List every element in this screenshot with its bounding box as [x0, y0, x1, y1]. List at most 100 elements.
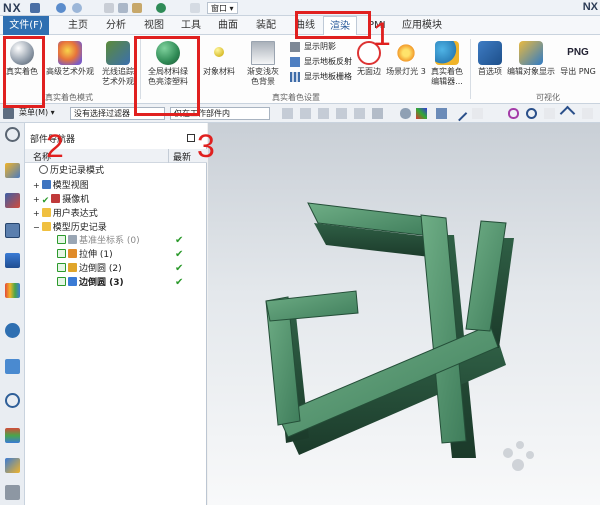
snap-endpoint-icon[interactable]	[436, 108, 447, 119]
ray-trace-icon	[106, 41, 130, 65]
show-shadow-button[interactable]: 显示阴影	[290, 41, 336, 53]
group-separator	[470, 39, 471, 99]
preferences-button[interactable]: 首选项	[474, 35, 506, 77]
show-floor-reflection-button[interactable]: 显示地板反射	[290, 56, 352, 68]
role-icon[interactable]	[5, 283, 20, 298]
column-latest[interactable]: 最新	[173, 150, 191, 163]
part-navigator-icon[interactable]	[5, 223, 20, 238]
tree-row-model-history[interactable]: − 模型历史记录	[33, 221, 107, 234]
tree-row-camera[interactable]: + ✔ 摄像机	[33, 193, 89, 206]
gradient-background-icon	[251, 41, 275, 65]
constraint-navigator-icon[interactable]	[5, 193, 20, 208]
maximize-icon[interactable]	[187, 134, 195, 142]
preferences-icon	[478, 41, 502, 65]
nx-logo: NX	[3, 1, 22, 15]
reuse-library-icon[interactable]	[5, 253, 20, 268]
history-icon[interactable]	[5, 393, 20, 408]
latest-check-icon: ✔	[175, 249, 184, 260]
datum-csys-icon	[68, 235, 77, 244]
tree-row-history-mode[interactable]: 历史记录模式	[39, 165, 104, 178]
gradient-background-button[interactable]: 渐变浅灰 色背景	[243, 35, 283, 87]
curve-rule-icon[interactable]	[336, 108, 347, 119]
undo-icon[interactable]	[56, 3, 66, 13]
annotation-box-global-material	[134, 36, 200, 116]
group-label-true-shading: 真实着色模式	[45, 93, 93, 102]
select-tool-icon[interactable]	[282, 108, 293, 119]
snap-midpoint-icon[interactable]	[544, 108, 555, 119]
tab-applications[interactable]: 应用模块	[396, 16, 448, 35]
snap-spline-icon[interactable]	[472, 108, 483, 119]
column-divider	[168, 149, 169, 163]
color-cube-icon[interactable]	[416, 108, 427, 119]
tab-home[interactable]: 主页	[62, 16, 94, 35]
part-navigator: 部件导航器 名称 最新 历史记录模式 + 模型视图 + ✔ 摄像机 + 用户表达式 − 模…	[25, 123, 207, 505]
color-ball-icon[interactable]	[156, 3, 166, 13]
snap-intersect-icon[interactable]	[582, 108, 593, 119]
ribbon-panel: 真实着色 高级艺术外观 光线追踪 艺术外观 全局材料绿 色亮漆塑料 对象材料 渐…	[0, 35, 600, 104]
annotation-box-render-tab	[295, 11, 371, 39]
export-png-button[interactable]: PNG 导出 PNG	[558, 35, 598, 77]
window-menu[interactable]: 窗口 ▾	[207, 2, 238, 14]
point-tool-icon[interactable]	[318, 108, 329, 119]
latest-check-icon: ✔	[175, 263, 184, 274]
snap-curve-icon[interactable]	[508, 108, 519, 119]
tab-view[interactable]: 视图	[138, 16, 170, 35]
copy-icon[interactable]	[118, 3, 128, 13]
cut-icon[interactable]	[104, 3, 114, 13]
tree-row-datum-csys[interactable]: 基准坐标系 (0)	[57, 235, 140, 248]
system-materials-icon[interactable]	[5, 428, 20, 443]
expand-icon[interactable]: +	[33, 181, 40, 190]
tree-row-model-views[interactable]: + 模型视图	[33, 179, 89, 192]
face-rule-icon[interactable]	[354, 108, 365, 119]
paste-icon[interactable]	[132, 3, 142, 13]
true-shading-editor-button[interactable]: 真实着色 编辑器...	[428, 35, 466, 87]
checkbox-icon[interactable]	[57, 277, 66, 286]
checkbox-icon[interactable]	[57, 249, 66, 258]
tab-tools[interactable]: 工具	[175, 16, 207, 35]
group-label-shading-settings: 真实着色设置	[272, 93, 320, 102]
manufacturing-wizard-icon[interactable]	[5, 485, 20, 500]
view-filter-icon[interactable]	[400, 108, 411, 119]
tree-row-user-expressions[interactable]: + 用户表达式	[33, 207, 98, 220]
menu-dropdown[interactable]: 菜单(M) ▾	[16, 107, 66, 120]
scene-light-icon	[394, 41, 418, 65]
snap-tool-icon[interactable]	[300, 108, 311, 119]
redo-icon[interactable]	[72, 3, 82, 13]
edit-display-icon	[519, 41, 543, 65]
annotation-number-1: 1	[373, 16, 391, 52]
camera-icon	[51, 194, 61, 203]
latest-check-icon: ✔	[175, 235, 184, 246]
process-studio-icon[interactable]	[5, 458, 20, 473]
png-icon: PNG	[567, 47, 589, 58]
save-icon[interactable]	[30, 3, 40, 13]
tab-analysis[interactable]: 分析	[100, 16, 132, 35]
tab-assembly[interactable]: 装配	[250, 16, 282, 35]
checkbox-icon[interactable]	[57, 235, 66, 244]
show-floor-grid-button[interactable]: 显示地板栅格	[290, 71, 352, 83]
assembly-navigator-icon[interactable]	[5, 163, 20, 178]
collapse-icon[interactable]: −	[33, 223, 40, 232]
snap-line-icon[interactable]	[451, 105, 468, 122]
tree-row-edge-blend-3[interactable]: 边倒圆 (3)	[57, 277, 124, 290]
menu-icon[interactable]	[3, 108, 14, 119]
object-material-button[interactable]: 对象材料	[201, 35, 237, 77]
snap-plus-icon[interactable]	[559, 105, 576, 122]
expand-icon[interactable]: +	[33, 195, 40, 204]
tab-file[interactable]: 文件(F)	[3, 16, 49, 35]
resource-bar	[0, 123, 25, 505]
tree-row-edge-blend-2[interactable]: 边倒圆 (2)	[57, 263, 122, 276]
expand-icon[interactable]: +	[33, 209, 40, 218]
info-icon[interactable]	[5, 323, 20, 338]
web-browser-icon[interactable]	[5, 359, 20, 374]
advanced-art-button[interactable]: 高级艺术外观	[45, 35, 95, 77]
scene-light-button[interactable]: 场景灯光 3	[386, 35, 426, 77]
tree-row-extrude[interactable]: 拉伸 (1)	[57, 249, 113, 262]
body-rule-icon[interactable]	[372, 108, 383, 119]
checkbox-icon[interactable]	[57, 263, 66, 272]
graphics-window[interactable]	[208, 123, 600, 505]
edit-object-display-button[interactable]: 编辑对象显示	[506, 35, 556, 77]
dropdown-arrow-icon[interactable]	[190, 3, 200, 13]
snap-center-icon[interactable]	[526, 108, 537, 119]
tab-surface[interactable]: 曲面	[212, 16, 244, 35]
settings-icon[interactable]	[5, 127, 20, 142]
